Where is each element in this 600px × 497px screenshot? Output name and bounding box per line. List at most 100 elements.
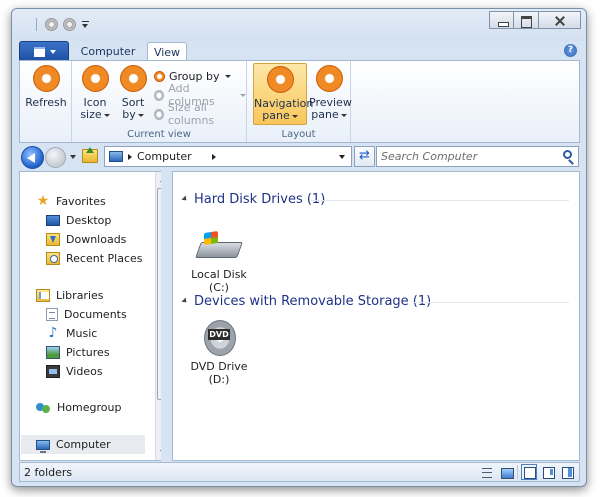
address-dropdown-icon[interactable] [339, 155, 345, 159]
sort-by-button[interactable]: Sort by [116, 63, 150, 121]
refresh-label: Refresh [25, 96, 67, 109]
help-icon[interactable]: ? [564, 44, 577, 57]
close-button[interactable] [539, 11, 581, 29]
size-all-columns-label: Size all columns [167, 101, 215, 127]
breadcrumb-arrow-icon[interactable] [212, 154, 216, 160]
application-menu-button[interactable] [19, 41, 69, 61]
qat-separator [36, 18, 37, 31]
refresh-icon [32, 65, 60, 92]
quick-access-toolbar [36, 18, 90, 31]
chevron-down-icon [225, 74, 232, 78]
group-title-removable-storage: Devices with Removable Storage (1) [194, 294, 432, 309]
collapse-arrow-icon[interactable] [181, 297, 189, 305]
nav-recent-places[interactable]: Recent Places [46, 249, 143, 268]
breadcrumb-computer[interactable]: Computer [137, 150, 192, 163]
size-all-columns-icon [154, 108, 164, 120]
scrollbar-thumb[interactable] [157, 188, 161, 400]
search-box[interactable] [376, 146, 579, 167]
preview-pane-button[interactable]: Preview pane [309, 63, 352, 121]
documents-icon [46, 308, 58, 321]
scroll-down-icon[interactable] [160, 450, 161, 454]
drive-name: DVD Drive [190, 360, 248, 373]
current-view-group-label: Current view [127, 129, 191, 140]
back-button[interactable] [21, 146, 44, 169]
qat-button-2[interactable] [63, 18, 76, 31]
nav-music[interactable]: ♪ Music [46, 324, 98, 343]
qat-customize-icon[interactable] [81, 19, 90, 30]
drive-letter: (D:) [208, 373, 230, 386]
navigation-pane-button[interactable]: Navigation pane [253, 63, 313, 125]
computer-icon [36, 439, 50, 453]
star-icon: ★ [36, 193, 50, 209]
breadcrumb-arrow-icon[interactable] [128, 154, 132, 160]
icon-size-label-2: size [80, 108, 102, 121]
nav-desktop-label: Desktop [66, 214, 112, 227]
layout-group-label: Layout [281, 129, 316, 140]
group-by-label: Group by [169, 69, 220, 83]
icon-size-button[interactable]: Icon size [78, 63, 112, 121]
nav-pane-scrollbar[interactable] [155, 172, 161, 460]
nav-videos[interactable]: Videos [46, 362, 103, 381]
tab-computer[interactable]: Computer [75, 42, 141, 61]
caption-buttons [489, 11, 581, 29]
nav-homegroup[interactable]: Homegroup [36, 398, 121, 417]
chevron-down-icon [291, 114, 298, 118]
no-pane-icon[interactable] [521, 464, 537, 480]
nav-desktop[interactable]: Desktop [46, 211, 111, 230]
sort-by-label-2: by [122, 108, 136, 121]
scroll-up-icon[interactable] [160, 178, 161, 182]
title-bar [12, 9, 586, 41]
preview-pane-icon[interactable] [540, 464, 556, 480]
minimize-button[interactable] [489, 11, 514, 29]
status-bar: 2 folders [19, 462, 580, 482]
drive-item-dvd-drive[interactable]: DVD Drive (D:) [184, 320, 254, 386]
refresh-button[interactable]: Refresh [24, 63, 68, 109]
maximize-button[interactable] [514, 11, 539, 29]
nav-computer[interactable]: Computer [21, 435, 145, 454]
collapse-arrow-icon[interactable] [181, 195, 189, 203]
desktop-icon [46, 215, 60, 226]
nav-videos-label: Videos [66, 365, 103, 378]
navigation-bar: Computer ⇄ [19, 144, 580, 170]
recent-locations-dropdown-icon[interactable] [70, 155, 76, 159]
hard-disk-icon [196, 228, 242, 264]
details-view-icon[interactable] [479, 464, 495, 480]
nav-pictures[interactable]: Pictures [46, 343, 110, 362]
group-header-hard-disk-drives[interactable]: Hard Disk Drives (1) [173, 190, 579, 210]
downloads-icon [46, 233, 60, 246]
search-icon[interactable] [563, 150, 572, 159]
up-folder-icon[interactable] [82, 147, 98, 163]
group-title-hard-disk-drives: Hard Disk Drives (1) [194, 192, 326, 207]
search-input[interactable] [381, 149, 559, 164]
forward-button[interactable] [45, 147, 66, 168]
status-item-count: 2 folders [24, 466, 73, 479]
details-pane-icon[interactable] [559, 464, 575, 480]
qat-button-1[interactable] [45, 18, 58, 31]
preview-pane-icon [315, 65, 343, 92]
group-header-removable-storage[interactable]: Devices with Removable Storage (1) [173, 292, 579, 312]
group-divider [311, 200, 569, 201]
ribbon-tab-strip: Computer View ? [19, 41, 580, 61]
nav-computer-label: Computer [56, 438, 111, 451]
navigation-pane: ★ Favorites Desktop Downloads Recent Pla… [19, 171, 161, 461]
nav-downloads-label: Downloads [66, 233, 127, 246]
add-columns-icon [154, 89, 165, 101]
content-pane: Hard Disk Drives (1) Local Disk (C:) Dev… [172, 171, 580, 461]
nav-favorites-label: Favorites [56, 195, 106, 208]
navigation-pane-icon [266, 66, 294, 93]
chevron-down-icon [137, 113, 144, 117]
ribbon-group-layout: Navigation pane Preview pane Layout [247, 61, 352, 142]
tab-view[interactable]: View [147, 42, 187, 61]
tiles-view-icon[interactable] [498, 464, 514, 480]
chevron-down-icon [103, 113, 110, 117]
refresh-address-button[interactable]: ⇄ [354, 146, 375, 167]
nav-downloads[interactable]: Downloads [46, 230, 126, 249]
chevron-down-icon [340, 113, 347, 117]
nav-libraries[interactable]: Libraries [36, 286, 104, 305]
nav-documents[interactable]: Documents [46, 305, 127, 324]
address-bar[interactable]: Computer [104, 146, 352, 167]
drive-item-local-disk[interactable]: Local Disk (C:) [184, 228, 254, 294]
nav-recent-places-label: Recent Places [66, 252, 143, 265]
size-all-columns-button[interactable]: Size all columns [154, 101, 246, 127]
nav-favorites[interactable]: ★ Favorites [36, 192, 106, 211]
